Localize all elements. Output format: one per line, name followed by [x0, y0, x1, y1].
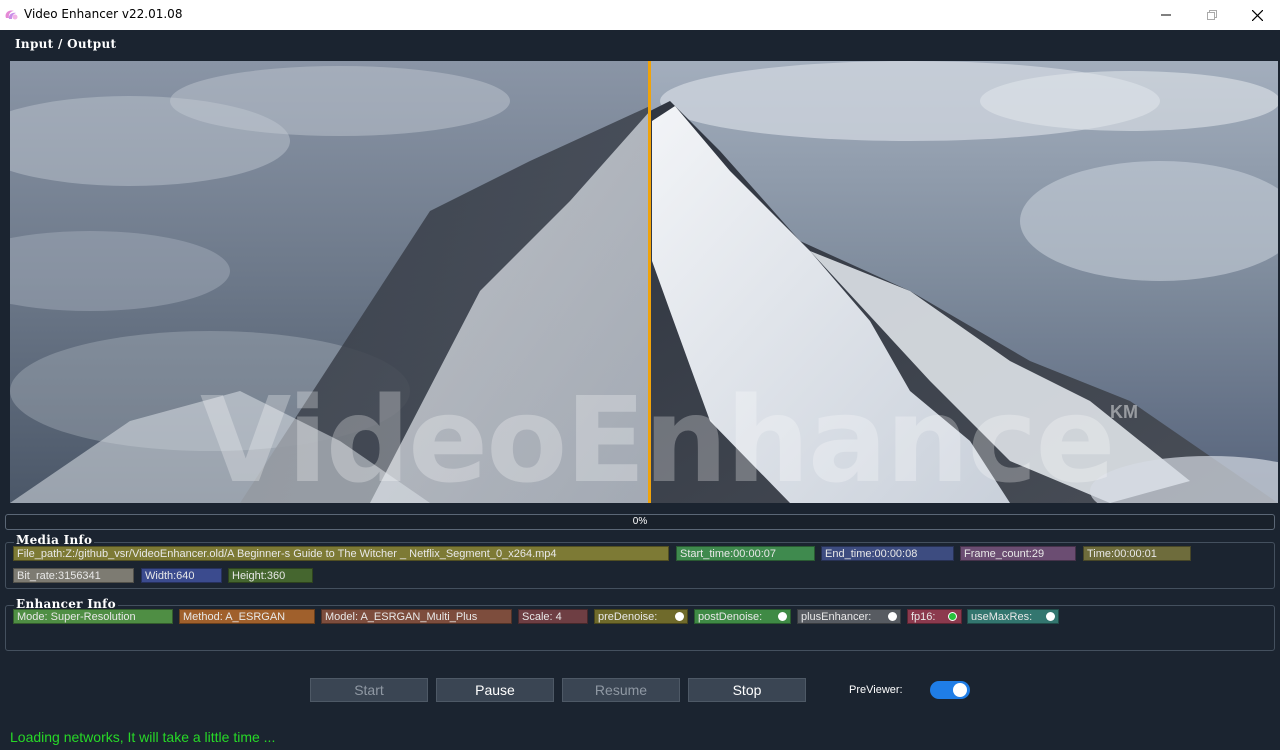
media-info-label: Media Info [14, 533, 95, 547]
preview-area[interactable]: VideoEnhance KM [10, 61, 1278, 503]
use-max-res-label: useMaxRes: [971, 611, 1033, 623]
use-max-res-indicator [1046, 612, 1055, 621]
time-chip: Time:00:00:01 [1083, 546, 1191, 561]
window-title: Video Enhancer v22.01.08 [24, 7, 183, 21]
plus-enhancer-chip: plusEnhancer: [797, 609, 901, 624]
bit-rate-chip: Bit_rate:3156341 [13, 568, 134, 583]
app-logo-icon [5, 10, 18, 20]
scale-chip: Scale: 4 [518, 609, 588, 624]
width-chip: Width:640 [141, 568, 222, 583]
stop-button[interactable]: Stop [688, 678, 806, 702]
progress-text: 0% [632, 516, 648, 527]
pre-denoise-indicator [675, 612, 684, 621]
file-path-chip: File_path:Z:/github_vsr/VideoEnhancer.ol… [13, 546, 669, 561]
previewer-label: PreViewer: [849, 684, 903, 696]
progress-bar: 0% [5, 514, 1275, 530]
fp16-label: fp16: [911, 611, 936, 623]
fp16-indicator [948, 612, 957, 621]
previewer-toggle[interactable] [930, 681, 970, 699]
plus-enhancer-label: plusEnhancer: [801, 611, 872, 623]
close-button[interactable] [1234, 0, 1280, 30]
watermark-text: VideoEnhance [200, 371, 1115, 503]
frame-count-chip: Frame_count:29 [960, 546, 1076, 561]
plus-enhancer-indicator [888, 612, 897, 621]
minimize-icon [1161, 14, 1171, 16]
minimize-button[interactable] [1143, 0, 1189, 30]
previewer-toggle-knob [953, 683, 967, 697]
post-denoise-indicator [778, 612, 787, 621]
post-denoise-label: postDenoise: [698, 611, 763, 623]
close-icon [1251, 9, 1263, 21]
compare-divider-handle[interactable] [648, 61, 651, 503]
end-time-chip: End_time:00:00:08 [821, 546, 954, 561]
status-message: Loading networks, It will take a little … [10, 729, 276, 745]
fp16-chip: fp16: [907, 609, 962, 624]
start-time-chip: Start_time:00:00:07 [676, 546, 815, 561]
pre-denoise-chip: preDenoise: [594, 609, 688, 624]
post-denoise-chip: postDenoise: [694, 609, 791, 624]
method-chip: Method: A_ESRGAN [179, 609, 315, 624]
maximize-button[interactable] [1189, 0, 1235, 30]
start-button[interactable]: Start [310, 678, 428, 702]
title-bar: Video Enhancer v22.01.08 [0, 0, 1280, 30]
height-chip: Height:360 [228, 568, 313, 583]
restore-icon [1207, 10, 1217, 20]
use-max-res-chip: useMaxRes: [967, 609, 1059, 624]
pause-button[interactable]: Pause [436, 678, 554, 702]
resume-button[interactable]: Resume [562, 678, 680, 702]
mode-chip: Mode: Super-Resolution [13, 609, 173, 624]
io-panel-label: Input / Output [15, 37, 117, 51]
model-chip: Model: A_ESRGAN_Multi_Plus [321, 609, 512, 624]
pre-denoise-label: preDenoise: [598, 611, 658, 623]
watermark-trademark: KM [1110, 402, 1138, 422]
